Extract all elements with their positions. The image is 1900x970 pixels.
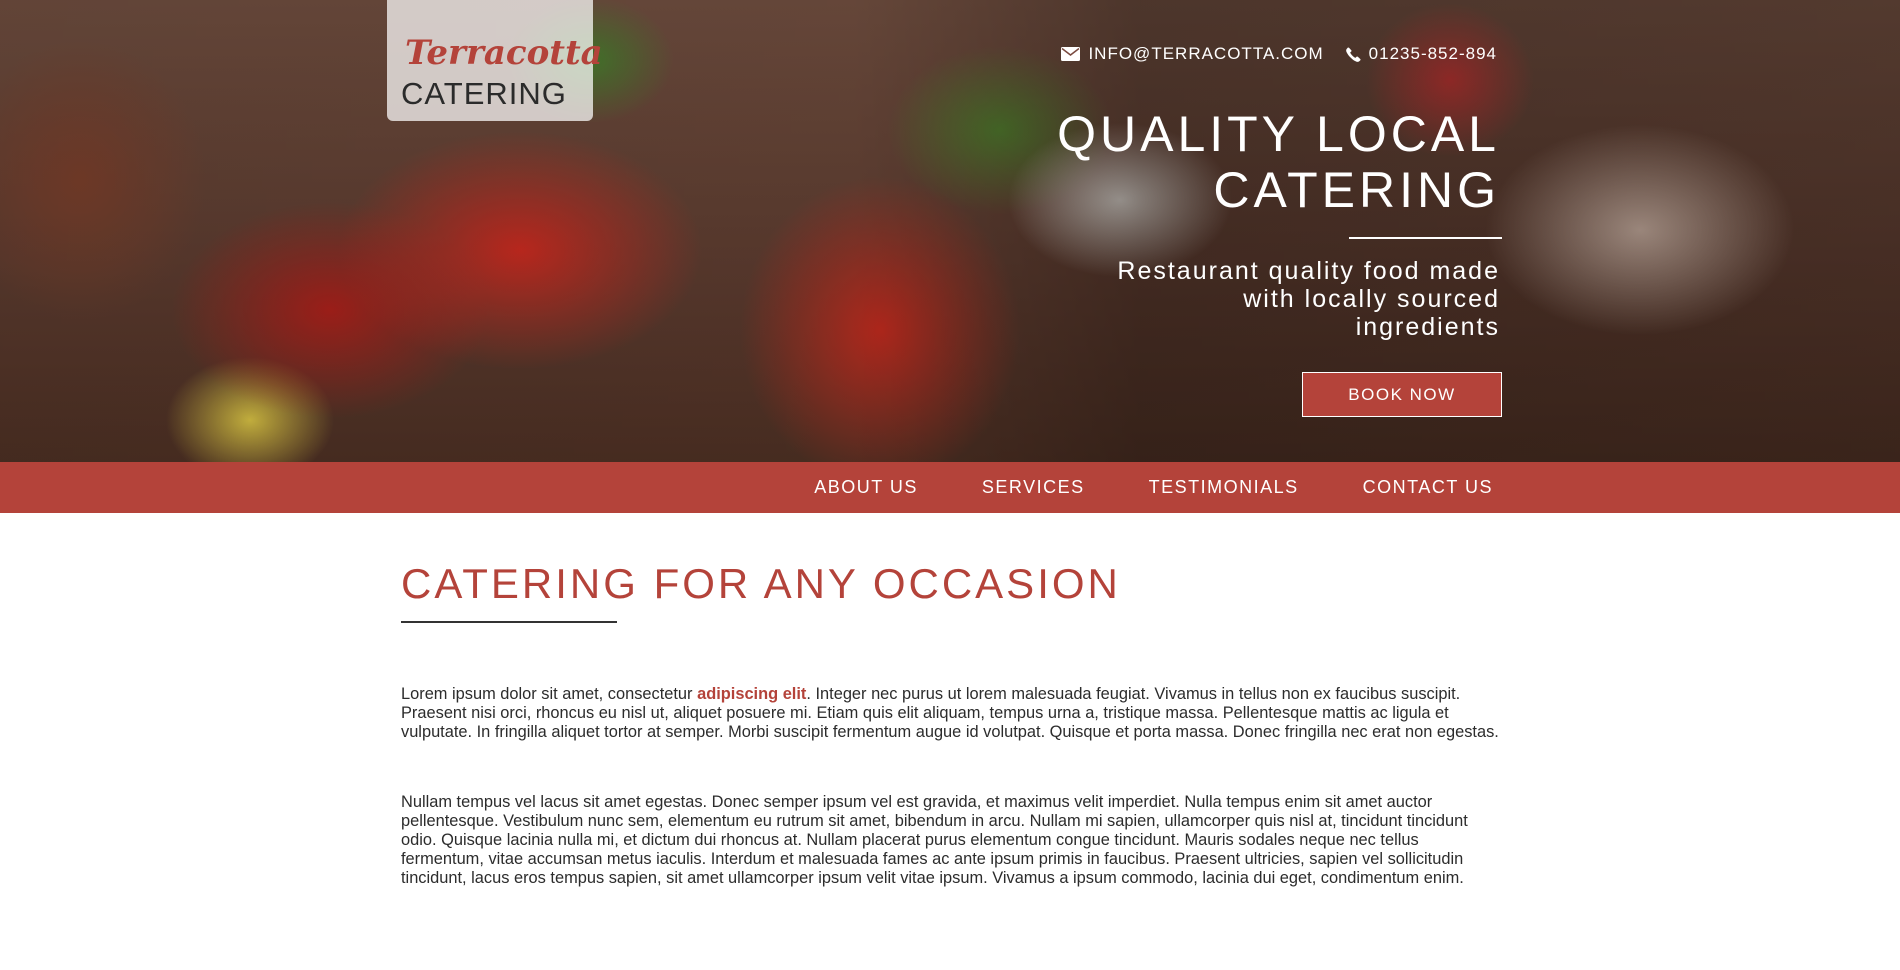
email-link[interactable]: INFO@TERRACOTTA.COM [1061,44,1323,64]
email-text: INFO@TERRACOTTA.COM [1088,44,1324,63]
hero-title-line2: CATERING [1213,162,1500,218]
adipiscing-link[interactable]: adipiscing elit [697,685,806,703]
section-divider [401,621,617,623]
intro-paragraph: Lorem ipsum dolor sit amet, consectetur … [401,685,1503,742]
section-title: CATERING FOR ANY OCCASION [401,560,1121,607]
nav-items: ABOUT US SERVICES TESTIMONIALS CONTACT U… [750,462,1493,513]
hero-subtitle: Restaurant quality food made with locall… [1070,257,1500,341]
hero-subtitle-line1: Restaurant quality food made [1117,257,1500,285]
para1-text-start: Lorem ipsum dolor sit amet, consectetur [401,685,698,703]
logo[interactable]: Terracotta CATERING [387,0,603,121]
nav-item-about-us[interactable]: ABOUT US [814,477,918,498]
hero-subtitle-line3: ingredients [1355,313,1500,341]
nav-item-services[interactable]: SERVICES [982,477,1085,498]
main-nav: ABOUT US SERVICES TESTIMONIALS CONTACT U… [0,462,1900,513]
hero-subtitle-line2: with locally sourced [1243,285,1500,313]
phone-icon [1345,46,1361,62]
second-paragraph: Nullam tempus vel lacus sit amet egestas… [401,793,1468,887]
hero-divider [1349,237,1502,239]
hero-title-line1: QUALITY LOCAL [1057,106,1500,162]
hero-image-overlay [0,0,1900,462]
logo-catering-text: CATERING [401,76,567,111]
phone-link[interactable]: 01235-852-894 [1345,44,1497,64]
envelope-icon [1061,47,1081,61]
phone-text: 01235-852-894 [1368,44,1497,63]
hero-banner: Terracotta CATERING INFO@TERRACOTTA.COM … [0,0,1900,462]
nav-item-contact-us[interactable]: CONTACT US [1363,477,1493,498]
hero-title: QUALITY LOCAL CATERING [940,106,1500,218]
logo-script-text: Terracotta [405,33,603,73]
nav-item-testimonials[interactable]: TESTIMONIALS [1149,477,1299,498]
contact-bar: INFO@TERRACOTTA.COM 01235-852-894 [1039,44,1497,64]
book-now-button[interactable]: BOOK NOW [1302,372,1502,417]
